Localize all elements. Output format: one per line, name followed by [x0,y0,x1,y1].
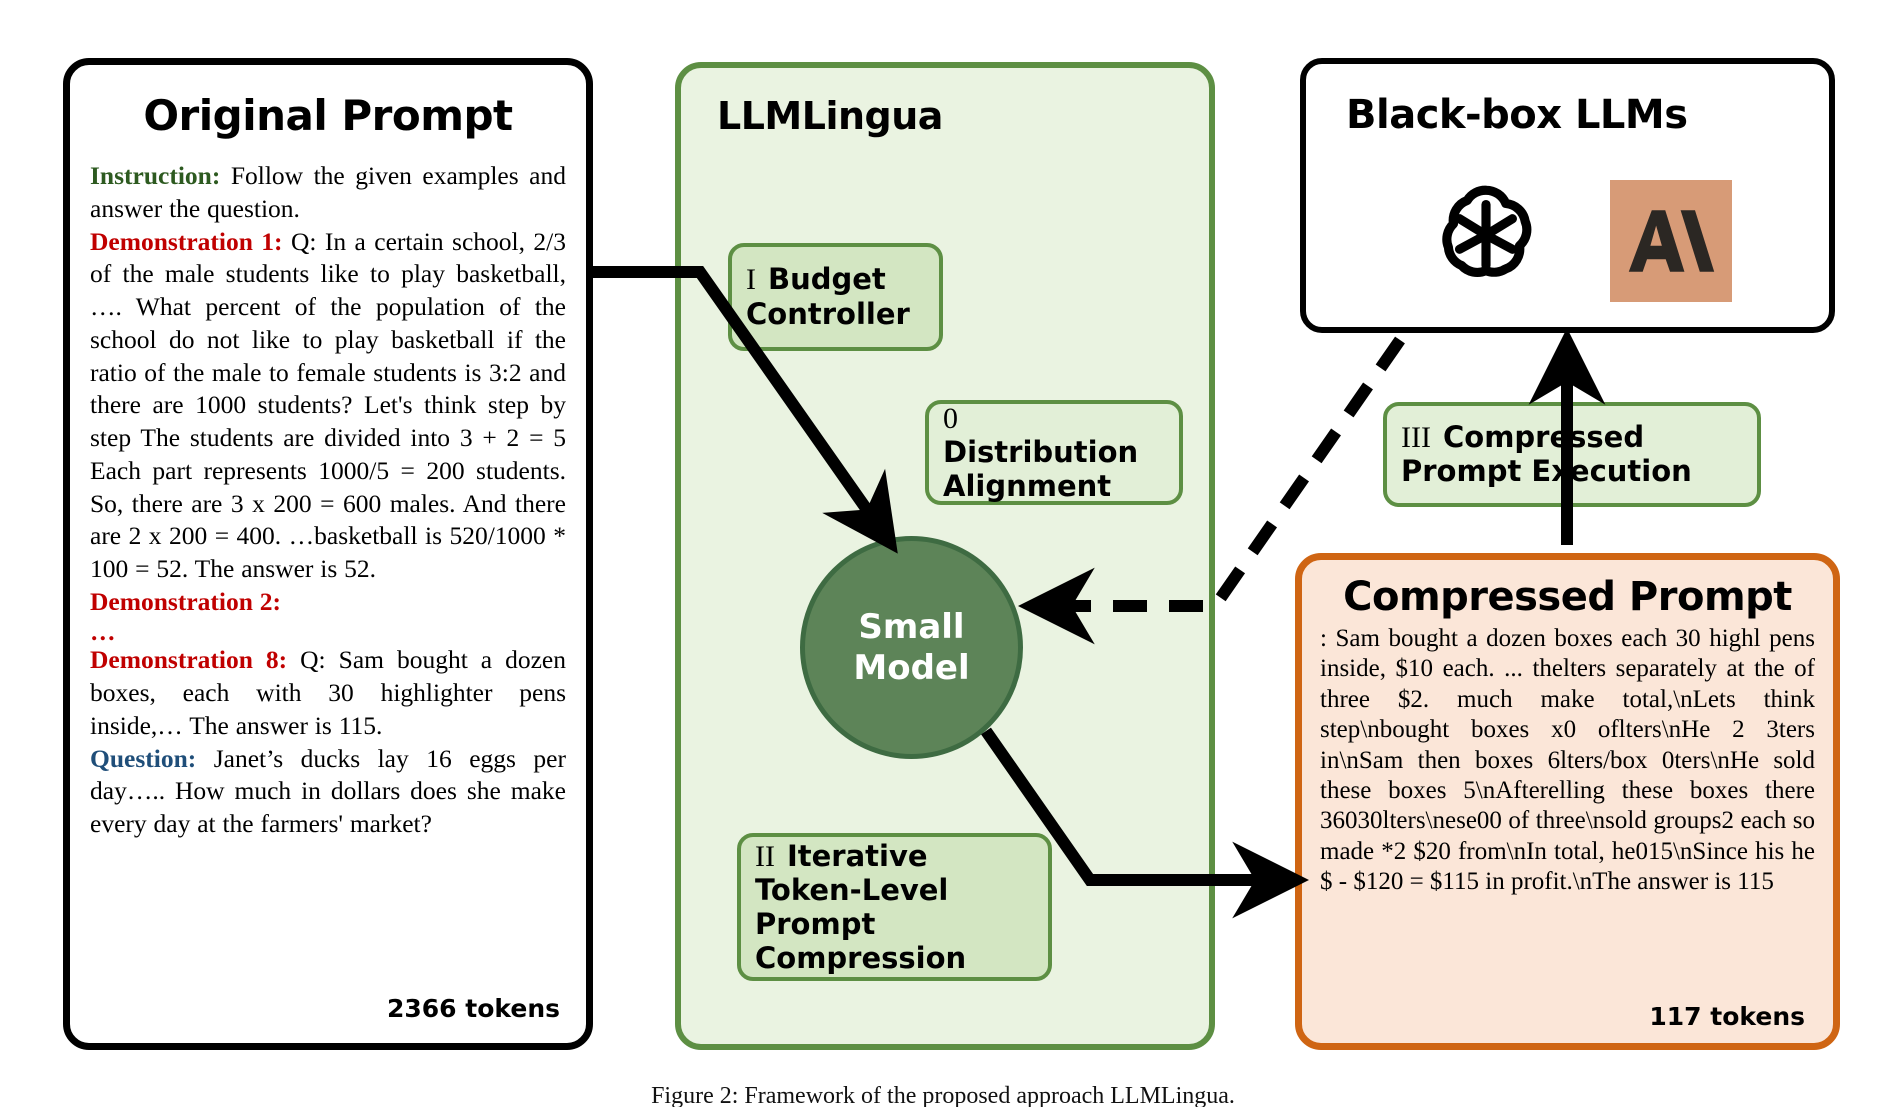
small-model-node[interactable]: Small Model [800,536,1023,759]
step-numeral-ii: II [755,839,775,873]
compressed-prompt-text: : Sam bought a dozen boxes each 30 highl… [1320,625,1815,895]
demonstration-1-text: Q: In a certain school, 2/3 of the male … [90,226,567,584]
step-numeral-0: 0 [943,402,958,436]
small-model-line-1: Small [858,606,965,647]
step-numeral-iii: III [1401,420,1431,454]
anthropic-logo [1610,180,1732,302]
black-box-llms-title: Black-box LLMs [1346,92,1688,138]
step-iterative-token-level-prompt-compression[interactable]: II Iterative Token-Level Prompt Compressi… [737,833,1052,981]
openai-logo [1425,173,1547,295]
small-model-line-2: Model [853,647,970,688]
step-compressed-prompt-execution[interactable]: III Compressed Prompt Execution [1383,402,1761,507]
compressed-prompt-token-count: 117 tokens [1649,1002,1805,1031]
black-box-llms-panel: Black-box LLMs [1300,58,1835,333]
demonstration-8-label: Demonstration 8: [90,645,288,675]
step-numeral-i: I [746,263,756,297]
step-budget-controller[interactable]: I Budget Controller [728,243,943,351]
compressed-prompt-panel: Compressed Prompt : Sam bought a dozen b… [1295,553,1840,1050]
compressed-prompt-title: Compressed Prompt [1343,574,1792,620]
original-prompt-body: Instruction: Follow the given examples a… [90,160,566,841]
step-label-iterative-compression: Iterative Token-Level Prompt Compression [755,838,967,975]
instruction-label: Instruction: [90,161,221,190]
question-label: Question: [90,743,197,773]
step-label-budget-controller: Budget Controller [746,262,910,331]
original-prompt-token-count: 2366 tokens [387,994,560,1023]
llmlingua-title: LLMLingua [717,94,943,138]
figure-canvas: Original Prompt Instruction: Follow the … [0,0,1886,1107]
step-distribution-alignment[interactable]: 0Distribution Alignment [925,400,1183,505]
original-prompt-panel: Original Prompt Instruction: Follow the … [63,58,593,1050]
step-label-compressed-prompt-execution: Compressed Prompt Execution [1401,419,1692,489]
demonstration-2-label: Demonstration 2: [90,586,282,616]
step-label-distribution-alignment: Distribution Alignment [943,435,1139,504]
demonstration-1-label: Demonstration 1: [90,226,283,256]
figure-caption: Figure 2: Framework of the proposed appr… [651,1083,1235,1107]
demonstrations-ellipsis: … [90,616,116,646]
original-prompt-title: Original Prompt [143,91,513,140]
